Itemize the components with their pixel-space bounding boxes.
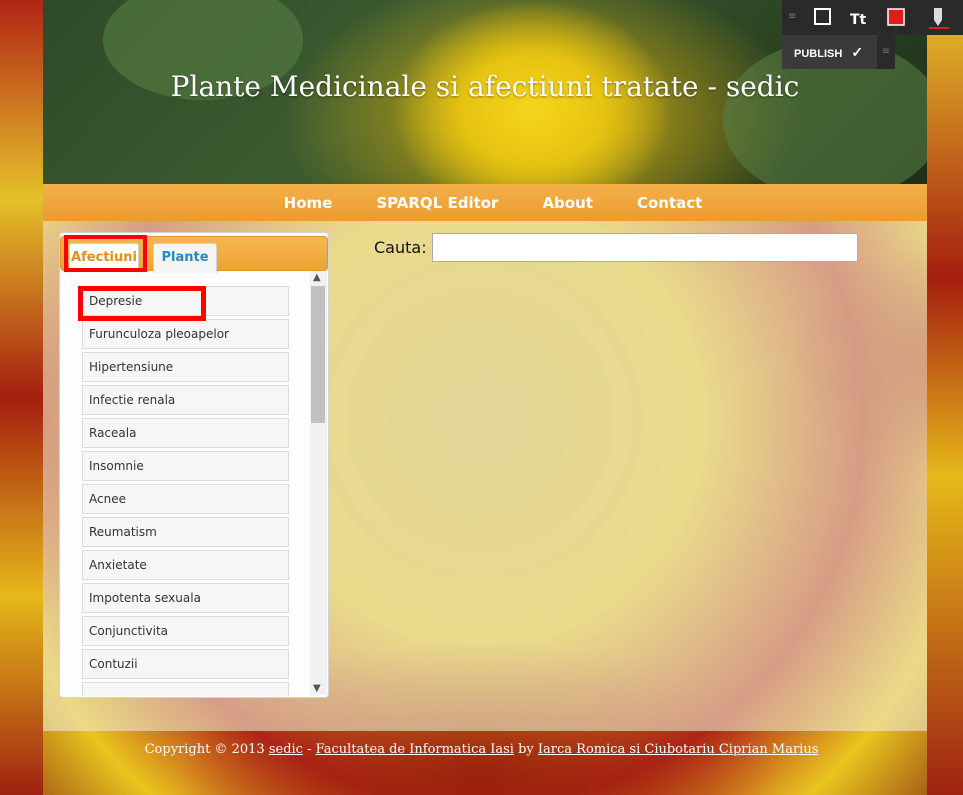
list-item-depresie[interactable]: Depresie [82,286,289,316]
editor-toolbar: ≡ Tt [782,0,963,35]
background-petal [0,0,43,795]
scroll-thumb[interactable] [311,286,325,423]
list-item-anxietate[interactable]: Anxietate [82,550,289,580]
list-item-raceala[interactable]: Raceala [82,418,289,448]
publish-label: PUBLISH [794,48,843,60]
footer-authors-link[interactable]: Iarca Romica si Ciubotariu Ciprian Mariu… [538,742,819,757]
list-item-reumatism[interactable]: Reumatism [82,517,289,547]
nav-about-link[interactable]: About [542,194,593,212]
list-item-infectie-renala[interactable]: Infectie renala [82,385,289,415]
list-item-insomnie[interactable]: Insomnie [82,451,289,481]
nav-contact-link[interactable]: Contact [637,194,702,212]
background-petal [927,0,963,795]
footer-copyright: Copyright © 2013 [144,742,269,757]
publish-button[interactable]: PUBLISH ✓ [782,35,877,69]
nav-sparql-editor-link[interactable]: SPARQL Editor [376,194,498,212]
scroll-down-icon[interactable]: ▼ [313,683,321,694]
sidebar-tabbar: Afectiuni Plante [60,236,328,273]
footer-separator: - [302,742,316,757]
footer-site-link[interactable]: sedic [269,742,303,757]
list-item-impotenta[interactable]: Impotenta sexuala [82,583,289,613]
list-item-hipertensiune[interactable]: Hipertensiune [82,352,289,382]
shape-icon[interactable] [804,0,840,35]
pen-icon[interactable] [920,0,956,35]
list-item-partial[interactable] [82,682,289,696]
sidebar-panel: Afectiuni Plante Depresie Furunculoza pl… [59,232,329,698]
main-navbar: Home SPARQL Editor About Contact [43,184,927,221]
footer-by: by [513,742,538,757]
nav-home-link[interactable]: Home [284,194,333,212]
list-item-conjunctivita[interactable]: Conjunctivita [82,616,289,646]
checkmark-icon: ✓ [851,44,864,60]
list-item-furunculoza[interactable]: Furunculoza pleoapelor [82,319,289,349]
text-icon[interactable]: Tt [840,0,876,35]
color-icon[interactable] [878,0,914,35]
list-scrollbar[interactable]: ▲ ▼ [310,271,327,695]
publish-grip-icon[interactable]: ≡ [877,35,895,69]
site-footer: Copyright © 2013 sedic - Facultatea de I… [0,742,963,757]
site-title: Plante Medicinale si afectiuni tratate -… [170,70,800,103]
search-input[interactable] [432,233,858,262]
list-item-acnee[interactable]: Acnee [82,484,289,514]
list-item-contuzii[interactable]: Contuzii [82,649,289,679]
toolbar-grip-icon[interactable]: ≡ [788,11,796,22]
svg-text:Tt: Tt [850,12,867,28]
tab-plante[interactable]: Plante [153,243,217,273]
scroll-up-icon[interactable]: ▲ [313,272,321,283]
afectiuni-list: Depresie Furunculoza pleoapelor Hiperten… [82,286,290,696]
search-label: Cauta: [374,238,427,257]
tab-afectiuni[interactable]: Afectiuni [69,243,139,273]
footer-faculty-link[interactable]: Facultatea de Informatica Iasi [316,742,514,757]
